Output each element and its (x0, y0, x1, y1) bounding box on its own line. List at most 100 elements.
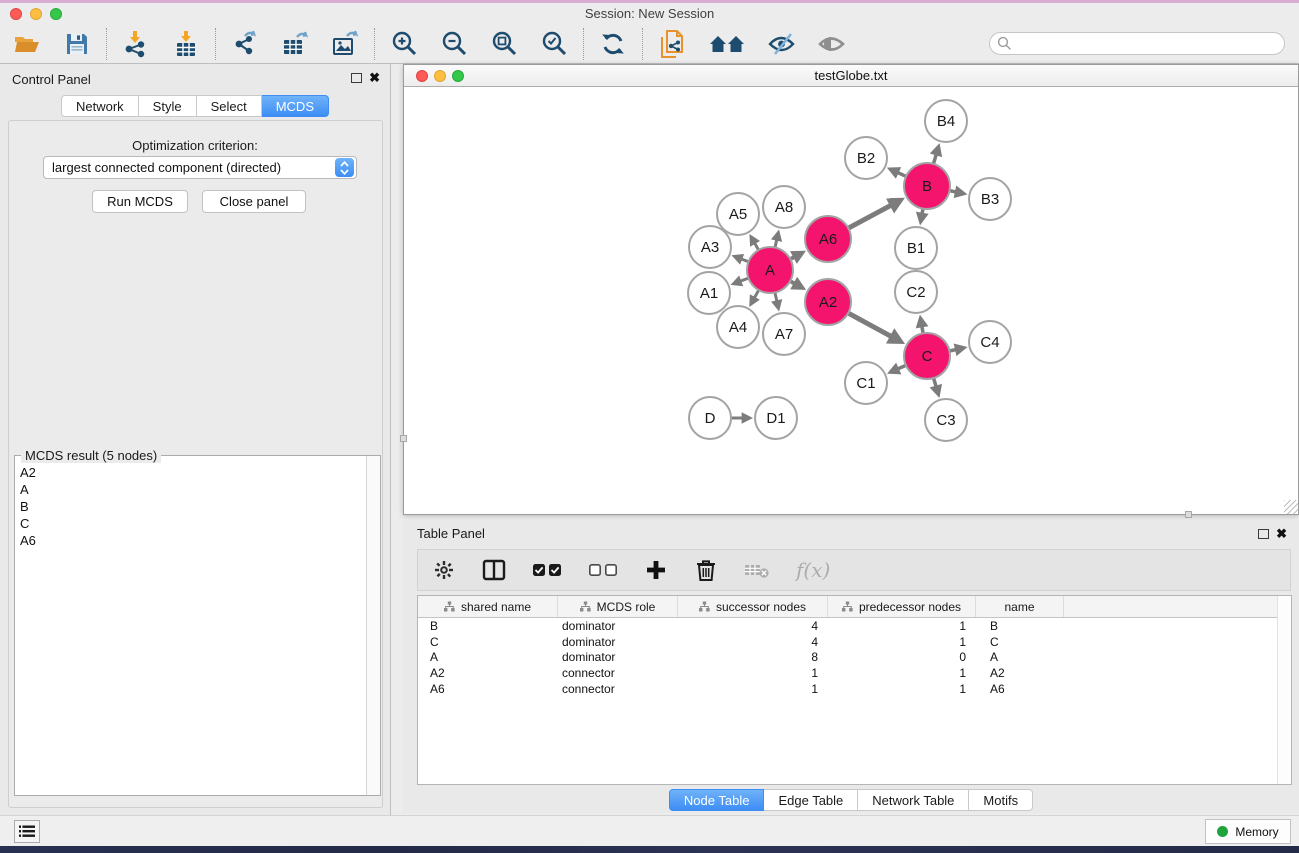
graph-node-label: C2 (906, 284, 925, 301)
float-panel-icon[interactable] (351, 73, 362, 83)
node-table: shared nameMCDS rolesuccessor nodes prede… (417, 595, 1292, 785)
dropdown-value: largest connected component (directed) (44, 160, 335, 175)
create-column-plus-icon (645, 559, 667, 581)
mcds-result-item[interactable]: B (16, 498, 365, 515)
mcds-result-item[interactable]: A (16, 481, 365, 498)
network-canvas-svg[interactable]: B4B2BB3A8A5A6A3B1AC2A1A2A4A7C4CC1C3DD1 (404, 87, 1298, 514)
graph-edge-B-B4[interactable] (933, 154, 936, 164)
table-cell: 4 (678, 634, 828, 650)
tab-node-table[interactable]: Node Table (669, 789, 765, 811)
search-input[interactable] (989, 32, 1285, 55)
shared-column-icon (842, 601, 853, 612)
export-network-button[interactable] (230, 29, 260, 59)
task-history-button[interactable] (14, 820, 40, 843)
window-bottom-resize-handle[interactable] (1185, 511, 1192, 518)
refresh-button[interactable] (598, 29, 628, 59)
graph-node-label: A7 (775, 326, 793, 343)
table-row[interactable]: A2connector11A2 (418, 665, 1291, 681)
optimization-criterion-dropdown[interactable]: largest connected component (directed) (43, 156, 357, 179)
app-titlebar: Session: New Session (0, 3, 1299, 24)
status-bar: Memory (0, 815, 1299, 846)
tab-mcds[interactable]: MCDS (262, 95, 329, 117)
table-cell: 1 (678, 665, 828, 681)
hide-graphics-button[interactable] (767, 29, 797, 59)
show-graphics-details-button[interactable] (817, 29, 847, 59)
create-column-button[interactable] (644, 557, 668, 583)
zoom-fit-button[interactable] (489, 29, 519, 59)
table-cell: dominator (558, 649, 678, 665)
close-panel-button[interactable]: Close panel (202, 190, 306, 213)
mcds-result-item[interactable]: A2 (16, 464, 365, 481)
import-table-button[interactable] (171, 29, 201, 59)
tab-network[interactable]: Network (61, 95, 139, 117)
column-header-name[interactable]: name (976, 596, 1064, 617)
float-table-panel-icon[interactable] (1258, 529, 1269, 539)
export-image-button[interactable] (330, 29, 360, 59)
window-left-resize-handle[interactable] (400, 435, 407, 442)
show-graphics-details-icon (817, 32, 847, 56)
table-row[interactable]: Cdominator41C (418, 634, 1291, 650)
table-mode-button[interactable] (432, 557, 456, 583)
clone-network-button[interactable] (657, 29, 687, 59)
deselect-all-button[interactable] (588, 557, 618, 583)
table-row[interactable]: A6connector11A6 (418, 681, 1291, 697)
delete-table-button[interactable] (744, 557, 770, 583)
dropdown-stepper-icon (335, 158, 354, 177)
graph-edge-arrowhead (930, 384, 942, 398)
graph-node-label: A (765, 262, 775, 279)
task-list-icon (19, 825, 35, 838)
table-cell: connector (558, 665, 678, 681)
zoom-out-button[interactable] (439, 29, 469, 59)
memory-status-icon (1217, 826, 1228, 837)
select-all-button[interactable] (532, 557, 562, 583)
mcds-result-item[interactable]: C (16, 515, 365, 532)
search-field (989, 32, 1285, 55)
save-session-button[interactable] (62, 29, 92, 59)
table-mode-gear-icon (433, 559, 455, 581)
tab-network-table[interactable]: Network Table (858, 789, 969, 811)
import-network-button[interactable] (121, 29, 151, 59)
tab-motifs[interactable]: Motifs (969, 789, 1033, 811)
graph-node-label: D (705, 410, 716, 427)
tab-select[interactable]: Select (197, 95, 262, 117)
shared-column-icon (580, 601, 591, 612)
column-header-successor-nodes[interactable]: successor nodes (678, 596, 828, 617)
delete-columns-button[interactable] (694, 557, 718, 583)
table-scrollbar[interactable] (1277, 596, 1291, 784)
column-header-MCDS-role[interactable]: MCDS role (558, 596, 678, 617)
result-list-scrollbar[interactable] (366, 456, 380, 795)
column-header-shared-name[interactable]: shared name (418, 596, 558, 617)
show-columns-button[interactable] (482, 557, 506, 583)
close-table-panel-icon[interactable]: ✖ (1276, 526, 1287, 542)
show-all-networks-button[interactable] (707, 29, 747, 59)
table-cell: 1 (828, 665, 976, 681)
graph-node-label: B2 (857, 150, 875, 167)
tab-style[interactable]: Style (139, 95, 197, 117)
zoom-selected-button[interactable] (539, 29, 569, 59)
zoom-in-button[interactable] (389, 29, 419, 59)
tab-edge-table[interactable]: Edge Table (764, 789, 858, 811)
table-cell: 0 (828, 649, 976, 665)
function-builder-button[interactable]: f(x) (796, 557, 830, 583)
table-cell: dominator (558, 634, 678, 650)
graph-node-label: C1 (856, 375, 875, 392)
graph-edge-A2-C[interactable] (848, 313, 891, 337)
mcds-result-item[interactable]: A6 (16, 532, 365, 549)
export-table-button[interactable] (280, 29, 310, 59)
table-row[interactable]: Adominator80A (418, 649, 1291, 665)
graph-node-label: A1 (700, 285, 718, 302)
deselect-all-icon (588, 563, 618, 577)
graph-edge-arrowhead (930, 143, 942, 157)
column-header-label: predecessor nodes (859, 600, 961, 614)
run-mcds-button[interactable]: Run MCDS (92, 190, 188, 213)
close-panel-icon[interactable]: ✖ (369, 70, 380, 86)
open-session-button[interactable] (12, 29, 42, 59)
window-resize-grip[interactable] (1284, 500, 1298, 514)
table-cell: B (976, 618, 1064, 634)
graph-edge-A6-B[interactable] (848, 205, 891, 228)
table-row[interactable]: Bdominator41B (418, 618, 1291, 634)
column-header-predecessor-nodes[interactable]: predecessor nodes (828, 596, 976, 617)
memory-button[interactable]: Memory (1205, 819, 1291, 844)
graph-node-label: A5 (729, 206, 747, 223)
table-panel-title: Table Panel (417, 526, 485, 541)
